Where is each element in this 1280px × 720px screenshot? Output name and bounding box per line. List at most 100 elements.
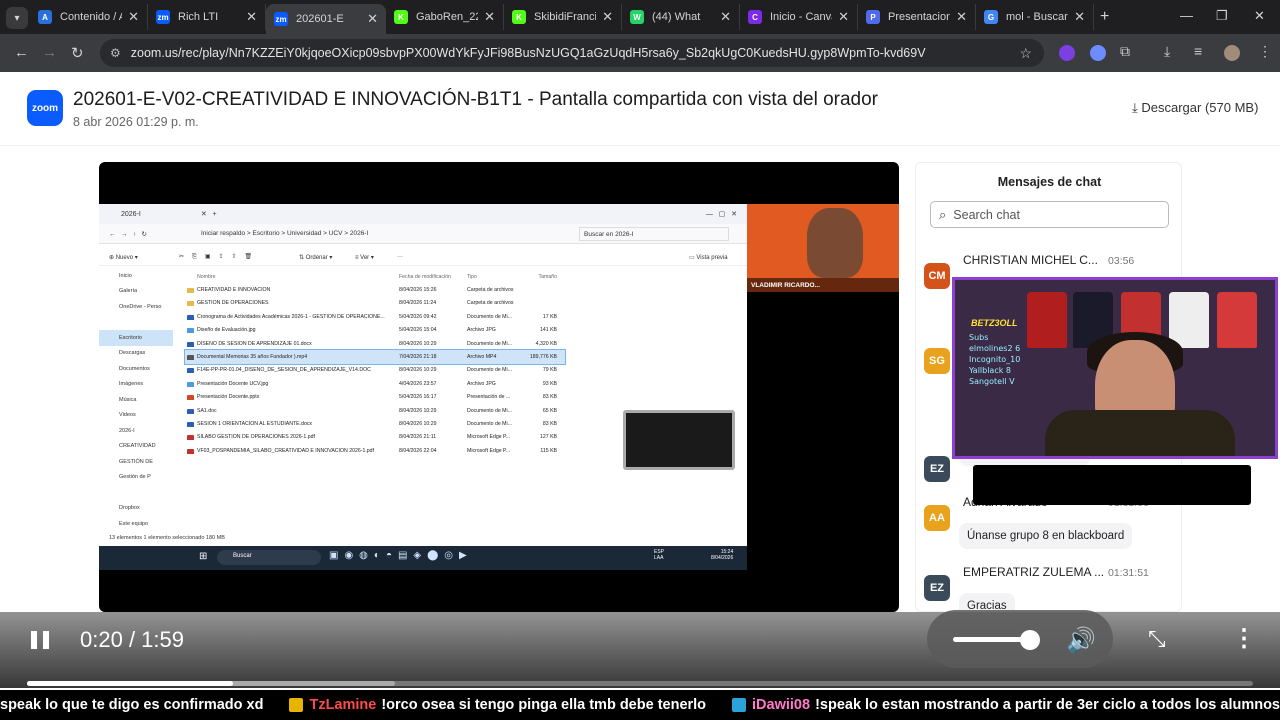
current-time: 0:20	[80, 627, 123, 652]
chat-time: 01:31:51	[1108, 567, 1149, 579]
file-name: GESTIÓN DE OPERACIONES	[197, 300, 269, 307]
file-date: 4/04/2026 23:57	[399, 380, 437, 387]
subs-line: Incognito_10	[969, 355, 1021, 364]
more-options-icon[interactable]: ⋮	[1232, 624, 1256, 653]
file-type-icon	[187, 395, 194, 401]
browser-tab[interactable]: W (44) What ✕	[622, 4, 740, 30]
file-type-icon	[187, 421, 194, 427]
explorer-nav-item: Inicio	[119, 272, 132, 279]
tab-favicon-icon: zm	[274, 12, 288, 26]
explorer-breadcrumb: Iniciar respaldo > Escritorio > Universi…	[201, 230, 369, 237]
url-text[interactable]: zoom.us/rec/play/Nn7KZZEiY0kjqoeOXicp09s…	[131, 46, 991, 60]
file-size: 79 KB	[542, 367, 557, 374]
avatar: SG	[924, 348, 950, 374]
browser-tab[interactable]: A Contenido / A ✕	[30, 4, 148, 30]
browser-tab[interactable]: C Inicio - Canva ✕	[740, 4, 858, 30]
subs-list: Subs elmolines2 6 Incognito_10 Yallblack 8 S…	[969, 332, 1020, 387]
extensions-puzzle-icon[interactable]: ⧉	[1120, 43, 1130, 60]
download-button[interactable]: ⤓ Descargar (570 MB)	[1132, 100, 1258, 116]
bookmark-star-icon[interactable]: ☆	[1019, 45, 1032, 62]
file-size: 127 KB	[539, 434, 557, 441]
streamer-body	[1045, 410, 1235, 456]
video-thumbnail	[623, 410, 735, 470]
explorer-nav-item: Descargas	[119, 350, 146, 357]
explorer-status-bar: 13 elementos 1 elemento seleccionado 180…	[109, 535, 225, 541]
file-size: 83 KB	[542, 420, 557, 427]
site-info-icon[interactable]: ⚙	[110, 46, 121, 60]
close-tab-icon[interactable]: ✕	[1068, 9, 1085, 25]
file-row: Diseño de Evaluación.jpg 5/04/2026 15:04 A…	[185, 324, 565, 337]
file-type: Archivo JPG	[467, 380, 496, 387]
browser-tab[interactable]: zm Rich LTI ✕	[148, 4, 266, 30]
file-type-icon	[187, 314, 194, 320]
volume-slider-knob[interactable]	[1020, 630, 1040, 650]
speaker-video	[807, 208, 863, 278]
seek-bar[interactable]	[27, 681, 1253, 686]
tab-search-menu-icon[interactable]: ▾	[6, 7, 28, 29]
file-date: 8/04/2026 10:29	[399, 340, 437, 347]
download-label: Descargar (570 MB)	[1141, 100, 1259, 115]
file-row: DISEÑO DE SESIÓN DE APRENDIZAJE 01.docx 8…	[185, 337, 565, 350]
explorer-nav-item: Música	[119, 396, 137, 403]
file-date: 7/04/2026 21:18	[399, 354, 437, 361]
address-bar[interactable]: ⚙ zoom.us/rec/play/Nn7KZZEiY0kjqoeOXicp0…	[100, 39, 1044, 67]
browser-tab[interactable]: P Presentacion ✕	[858, 4, 976, 30]
browser-tab[interactable]: K GaboRen_22 ✕	[386, 4, 504, 30]
close-tab-icon[interactable]: ✕	[478, 9, 495, 25]
pause-button[interactable]	[28, 629, 52, 651]
file-date: 8/04/2026 10:29	[399, 420, 437, 427]
file-type-icon	[187, 355, 194, 361]
download-icon[interactable]: ⤓	[1164, 43, 1170, 60]
close-tab-icon[interactable]: ✕	[361, 11, 378, 27]
exit-fullscreen-icon[interactable]: ⤡	[1148, 626, 1166, 652]
close-tab-icon[interactable]: ✕	[596, 9, 613, 25]
chat-search-input[interactable]: ⌕ Search chat	[930, 201, 1169, 228]
file-row: SESIÓN 1 ORIENTACIÓN AL ESTUDIANTE.docx 8…	[185, 417, 565, 430]
file-date: 5/04/2026 09:42	[399, 313, 437, 320]
explorer-nav-item: GESTIÓN DE	[119, 458, 153, 465]
extension-icon[interactable]	[1090, 45, 1106, 61]
profile-avatar[interactable]	[1224, 45, 1240, 61]
maximize-icon[interactable]: ❐	[1216, 8, 1228, 24]
close-window-icon[interactable]: ✕	[1254, 8, 1265, 24]
avatar: CM	[924, 263, 950, 289]
tab-label: mol - Buscar	[1006, 11, 1068, 23]
browser-tab[interactable]: K SkibidiFrancit ✕	[504, 4, 622, 30]
file-date: 8/04/2026 10:29	[399, 367, 437, 374]
back-icon[interactable]: ←	[14, 44, 29, 61]
browser-tab[interactable]: Gmol - Buscar ✕	[976, 4, 1094, 30]
explorer-titlebar: 2026-I ✕ + — ▢ ✕	[99, 204, 747, 224]
media-control-icon[interactable]: ≡	[1194, 43, 1202, 59]
reload-icon[interactable]: ↻	[71, 44, 84, 62]
file-name: CREATIVIDAD E INNOVACIÓN	[197, 287, 271, 294]
close-tab-icon[interactable]: ✕	[714, 9, 731, 25]
file-date: 5/04/2026 16:17	[399, 394, 437, 401]
video-player[interactable]: 2026-I ✕ + — ▢ ✕ ← → ↑ ↻ Iniciar respald…	[99, 162, 899, 612]
file-type-icon	[187, 408, 194, 414]
file-size: 17 KB	[542, 313, 557, 320]
browser-menu-icon[interactable]: ⋮	[1258, 43, 1272, 60]
explorer-nav-item: Galería	[119, 288, 138, 295]
speaker-name: VLADIMIR RICARDO...	[747, 278, 899, 292]
close-tab-icon[interactable]: ✕	[122, 9, 139, 25]
forward-icon[interactable]: →	[42, 44, 57, 61]
col-header-size: Tamaño	[538, 273, 557, 280]
chat-time: 03:56	[1108, 255, 1135, 267]
jersey-image	[1169, 292, 1209, 348]
new-tab-icon[interactable]: +	[1100, 8, 1109, 26]
minimize-icon[interactable]: —	[1180, 8, 1193, 23]
close-tab-icon[interactable]: ✕	[832, 9, 849, 25]
browser-tab[interactable]: zm 202601-E ✕	[266, 4, 386, 34]
close-tab-icon[interactable]: ✕	[240, 9, 257, 25]
file-type-icon	[187, 448, 194, 454]
file-date: 8/04/2026 22:04	[399, 447, 437, 454]
file-type: Archivo MP4	[467, 354, 497, 361]
file-type-icon	[187, 381, 194, 387]
close-tab-icon[interactable]: ✕	[950, 9, 967, 25]
explorer-nav-item: Dropbox	[119, 505, 140, 512]
volume-icon[interactable]: 🔊	[1066, 626, 1096, 655]
file-type: Documento de Mi...	[467, 340, 512, 347]
extension-icon[interactable]	[1059, 45, 1075, 61]
file-row: GESTIÓN DE OPERACIONES 8/04/2026 11:24 Car…	[185, 297, 565, 310]
file-type-icon	[187, 435, 194, 441]
